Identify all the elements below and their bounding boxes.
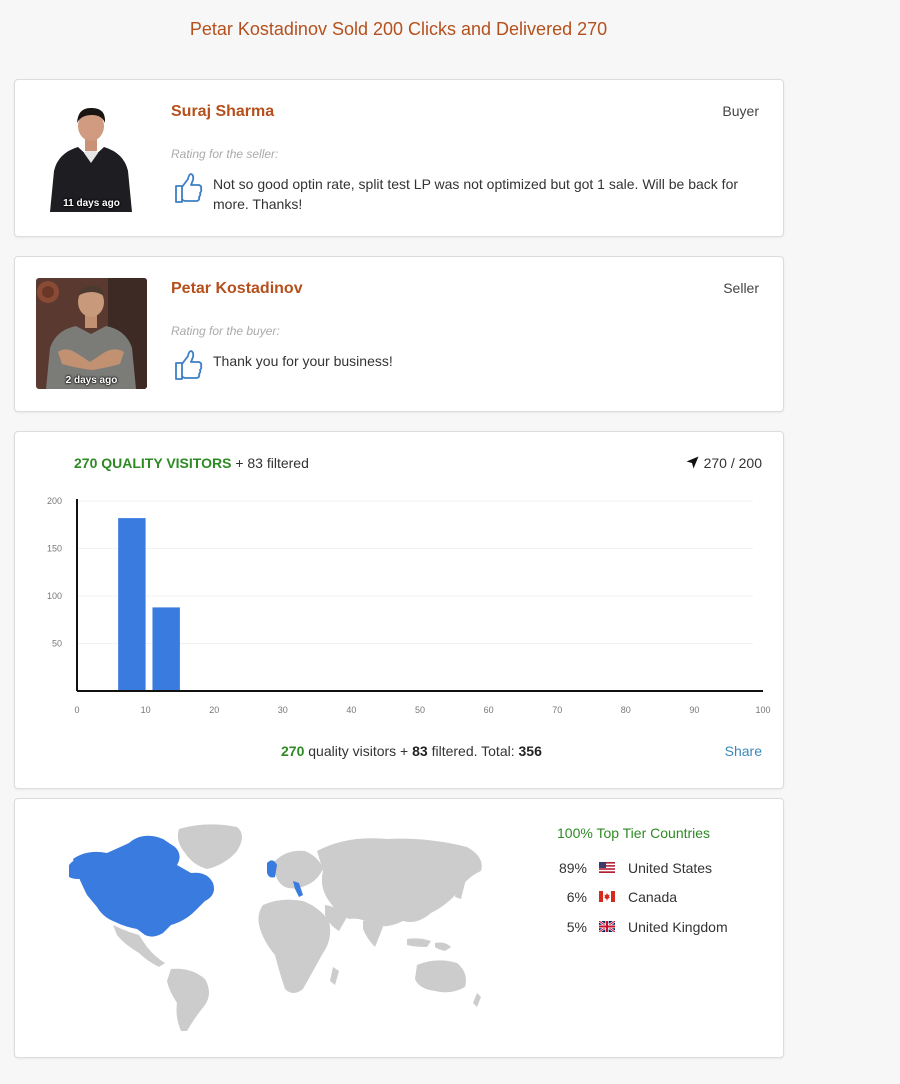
seller-review-card: 2 days ago Petar Kostadinov Seller Ratin… [14, 256, 784, 412]
map-region-south-america [167, 968, 209, 1031]
thumbs-up-icon [175, 173, 203, 203]
review-comment: Thank you for your business! [213, 353, 393, 369]
x-tick-label: 80 [621, 705, 631, 715]
visitor-bar [152, 607, 180, 691]
x-tick-label: 90 [689, 705, 699, 715]
filtered-text: filtered. Total: [431, 743, 515, 759]
visitors-total-line: 270 quality visitors + 83 filtered. Tota… [281, 743, 542, 759]
y-tick-label: 150 [47, 544, 62, 554]
map-region-europe [274, 850, 323, 889]
y-tick-label: 50 [52, 639, 62, 649]
x-tick-label: 60 [484, 705, 494, 715]
x-tick-label: 0 [74, 705, 79, 715]
x-tick-label: 50 [415, 705, 425, 715]
seller-avatar[interactable]: 2 days ago [36, 278, 147, 389]
reviewer-name[interactable]: Suraj Sharma [171, 103, 274, 121]
quality-text: quality visitors + [308, 743, 409, 759]
rating-label: Rating for the seller: [171, 147, 279, 161]
reviewer-role-badge: Buyer [722, 103, 759, 119]
us-flag-icon [599, 862, 615, 873]
x-tick-label: 100 [755, 705, 770, 715]
top-tier-title: 100% Top Tier Countries [557, 825, 711, 841]
map-region-greenland [177, 824, 242, 869]
x-tick-label: 10 [141, 705, 151, 715]
country-name: Canada [628, 889, 678, 905]
review-comment: Not so good optin rate, split test LP wa… [213, 176, 739, 212]
reviewer-name[interactable]: Petar Kostadinov [171, 280, 303, 298]
country-percent: 6% [566, 889, 587, 905]
world-map [67, 821, 492, 1038]
gb-flag-icon [599, 921, 615, 932]
x-tick-label: 40 [346, 705, 356, 715]
visitor-bar [118, 518, 146, 691]
reviewer-role-badge: Seller [723, 280, 759, 296]
quality-count: 270 [281, 743, 305, 759]
buyer-avatar[interactable]: 11 days ago [36, 101, 147, 212]
country-percent: 5% [566, 919, 587, 935]
filtered-count: 83 [412, 743, 428, 759]
total-count: 356 [518, 743, 542, 759]
country-percent: 89% [558, 860, 587, 876]
country-name: United States [628, 860, 713, 876]
map-region-africa [258, 899, 331, 993]
review-age-label: 2 days ago [65, 375, 118, 386]
page-title: Petar Kostadinov Sold 200 Clicks and Del… [189, 19, 608, 39]
rating-label: Rating for the buyer: [171, 324, 280, 338]
visitors-bar-chart: 50 100 150 200 0 10 20 30 40 50 60 70 80 90 100 [47, 496, 771, 715]
x-tick-label: 70 [552, 705, 562, 715]
x-tick-label: 30 [278, 705, 288, 715]
y-tick-label: 100 [47, 591, 62, 601]
review-age-label: 11 days ago [63, 198, 120, 209]
thumbs-up-icon [175, 350, 203, 380]
visitors-chart-card: 270 QUALITY VISITORS + 83 filtered 270 /… [14, 431, 784, 789]
map-region-australia [415, 960, 466, 993]
buyer-review-card: 11 days ago Suraj Sharma Buyer Rating fo… [14, 79, 784, 237]
map-region-uk [267, 860, 277, 878]
share-link[interactable]: Share [725, 743, 762, 759]
country-name: United Kingdom [628, 919, 728, 935]
x-tick-label: 20 [209, 705, 219, 715]
ca-flag-icon [599, 891, 615, 902]
y-tick-label: 200 [47, 496, 62, 506]
countries-card: 100% Top Tier Countries 89% United State… [14, 798, 784, 1058]
